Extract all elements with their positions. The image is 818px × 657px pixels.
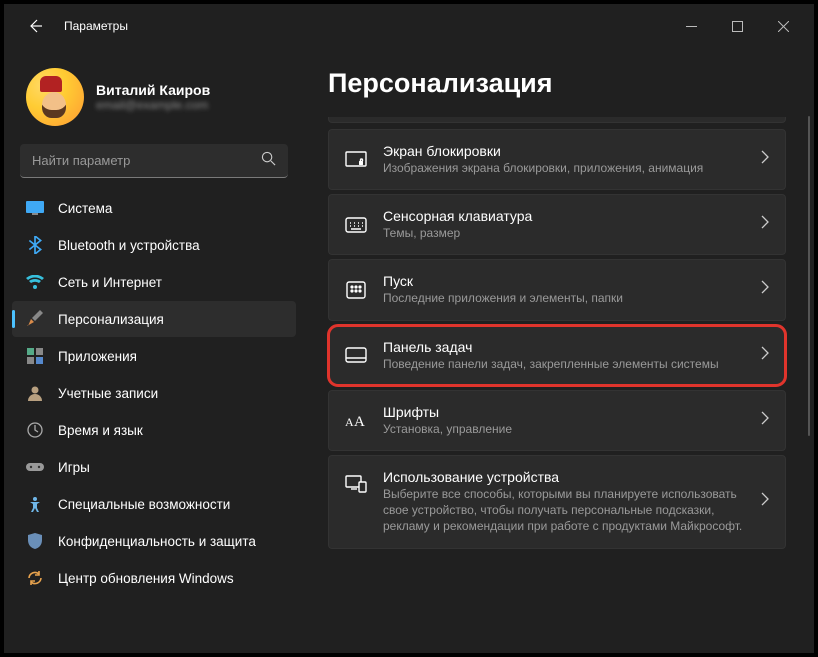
settings-cards: Экран блокировки Изображения экрана блок…: [328, 117, 800, 549]
shield-icon: [26, 532, 44, 550]
apps-icon: [26, 347, 44, 365]
nav-label: Bluetooth и устройства: [58, 238, 200, 253]
profile[interactable]: Виталий Каиров email@example.com: [4, 56, 304, 144]
search-icon: [261, 151, 276, 171]
card-title: Использование устройства: [383, 469, 745, 485]
nav-bluetooth[interactable]: Bluetooth и устройства: [12, 227, 296, 263]
chevron-right-icon: [761, 280, 769, 299]
device-usage-icon: [345, 473, 367, 495]
nav-network[interactable]: Сеть и Интернет: [12, 264, 296, 300]
profile-name: Виталий Каиров: [96, 82, 210, 98]
nav-apps[interactable]: Приложения: [12, 338, 296, 374]
card-sub: Выберите все способы, которыми вы планир…: [383, 486, 745, 535]
accessibility-icon: [26, 495, 44, 513]
back-button[interactable]: [26, 17, 44, 35]
keyboard-icon: [345, 214, 367, 236]
nav-label: Персонализация: [58, 312, 164, 327]
svg-text:A: A: [354, 414, 365, 429]
svg-text:A: A: [345, 415, 354, 429]
lockscreen-icon: [345, 149, 367, 171]
settings-window: Параметры Виталий Каиров email@example.c…: [0, 0, 818, 657]
nav-accounts[interactable]: Учетные записи: [12, 375, 296, 411]
window-controls: [668, 10, 806, 42]
nav-label: Специальные возможности: [58, 497, 230, 512]
window-title: Параметры: [64, 19, 128, 33]
nav-label: Игры: [58, 460, 90, 475]
nav-label: Конфиденциальность и защита: [58, 534, 256, 549]
chevron-right-icon: [761, 492, 769, 511]
minimize-button[interactable]: [668, 10, 714, 42]
chevron-right-icon: [761, 411, 769, 430]
nav-time-language[interactable]: Время и язык: [12, 412, 296, 448]
wifi-icon: [26, 273, 44, 291]
chevron-right-icon: [761, 215, 769, 234]
card-title: Сенсорная клавиатура: [383, 208, 745, 224]
card-lockscreen[interactable]: Экран блокировки Изображения экрана блок…: [328, 129, 786, 190]
sidebar: Виталий Каиров email@example.com Система: [4, 48, 304, 653]
nav-label: Сеть и Интернет: [58, 275, 162, 290]
card-sub: Поведение панели задач, закрепленные эле…: [383, 356, 745, 372]
brush-icon: [26, 310, 44, 328]
search-input[interactable]: [20, 144, 288, 178]
gamepad-icon: [26, 458, 44, 476]
chevron-right-icon: [761, 150, 769, 169]
start-icon: [345, 279, 367, 301]
nav-gaming[interactable]: Игры: [12, 449, 296, 485]
card-sub: Установка, управление: [383, 421, 745, 437]
card-title: Шрифты: [383, 404, 745, 420]
nav-windows-update[interactable]: Центр обновления Windows: [12, 560, 296, 596]
taskbar-icon: [345, 344, 367, 366]
nav-system[interactable]: Система: [12, 190, 296, 226]
nav: Система Bluetooth и устройства Сеть и Ин…: [4, 190, 304, 596]
nav-privacy[interactable]: Конфиденциальность и защита: [12, 523, 296, 559]
profile-email: email@example.com: [96, 98, 210, 112]
monitor-icon: [26, 199, 44, 217]
nav-label: Центр обновления Windows: [58, 571, 234, 586]
update-icon: [26, 569, 44, 587]
card-taskbar[interactable]: Панель задач Поведение панели задач, зак…: [328, 325, 786, 386]
clock-globe-icon: [26, 421, 44, 439]
card-sub: Последние приложения и элементы, папки: [383, 290, 745, 306]
card-touch-keyboard[interactable]: Сенсорная клавиатура Темы, размер: [328, 194, 786, 255]
card-title: Пуск: [383, 273, 745, 289]
main-content: Персонализация Экран блокировки Изображе…: [304, 48, 814, 653]
card-start[interactable]: Пуск Последние приложения и элементы, па…: [328, 259, 786, 320]
person-icon: [26, 384, 44, 402]
card-title: Панель задач: [383, 339, 745, 355]
fonts-icon: AA: [345, 409, 367, 431]
card-fonts[interactable]: AA Шрифты Установка, управление: [328, 390, 786, 451]
search-wrap: [20, 144, 288, 178]
card-sub: Темы, размер: [383, 225, 745, 241]
avatar: [26, 68, 84, 126]
maximize-button[interactable]: [714, 10, 760, 42]
card-sub: Изображения экрана блокировки, приложени…: [383, 160, 745, 176]
scrollbar[interactable]: [808, 116, 810, 436]
nav-label: Учетные записи: [58, 386, 158, 401]
card-cutoff: [328, 117, 786, 123]
page-title: Персонализация: [328, 68, 800, 99]
card-title: Экран блокировки: [383, 143, 745, 159]
titlebar: Параметры: [4, 4, 814, 48]
nav-label: Время и язык: [58, 423, 143, 438]
card-device-usage[interactable]: Использование устройства Выберите все сп…: [328, 455, 786, 549]
nav-label: Приложения: [58, 349, 137, 364]
nav-accessibility[interactable]: Специальные возможности: [12, 486, 296, 522]
close-button[interactable]: [760, 10, 806, 42]
nav-personalization[interactable]: Персонализация: [12, 301, 296, 337]
chevron-right-icon: [761, 346, 769, 365]
bluetooth-icon: [26, 236, 44, 254]
nav-label: Система: [58, 201, 112, 216]
